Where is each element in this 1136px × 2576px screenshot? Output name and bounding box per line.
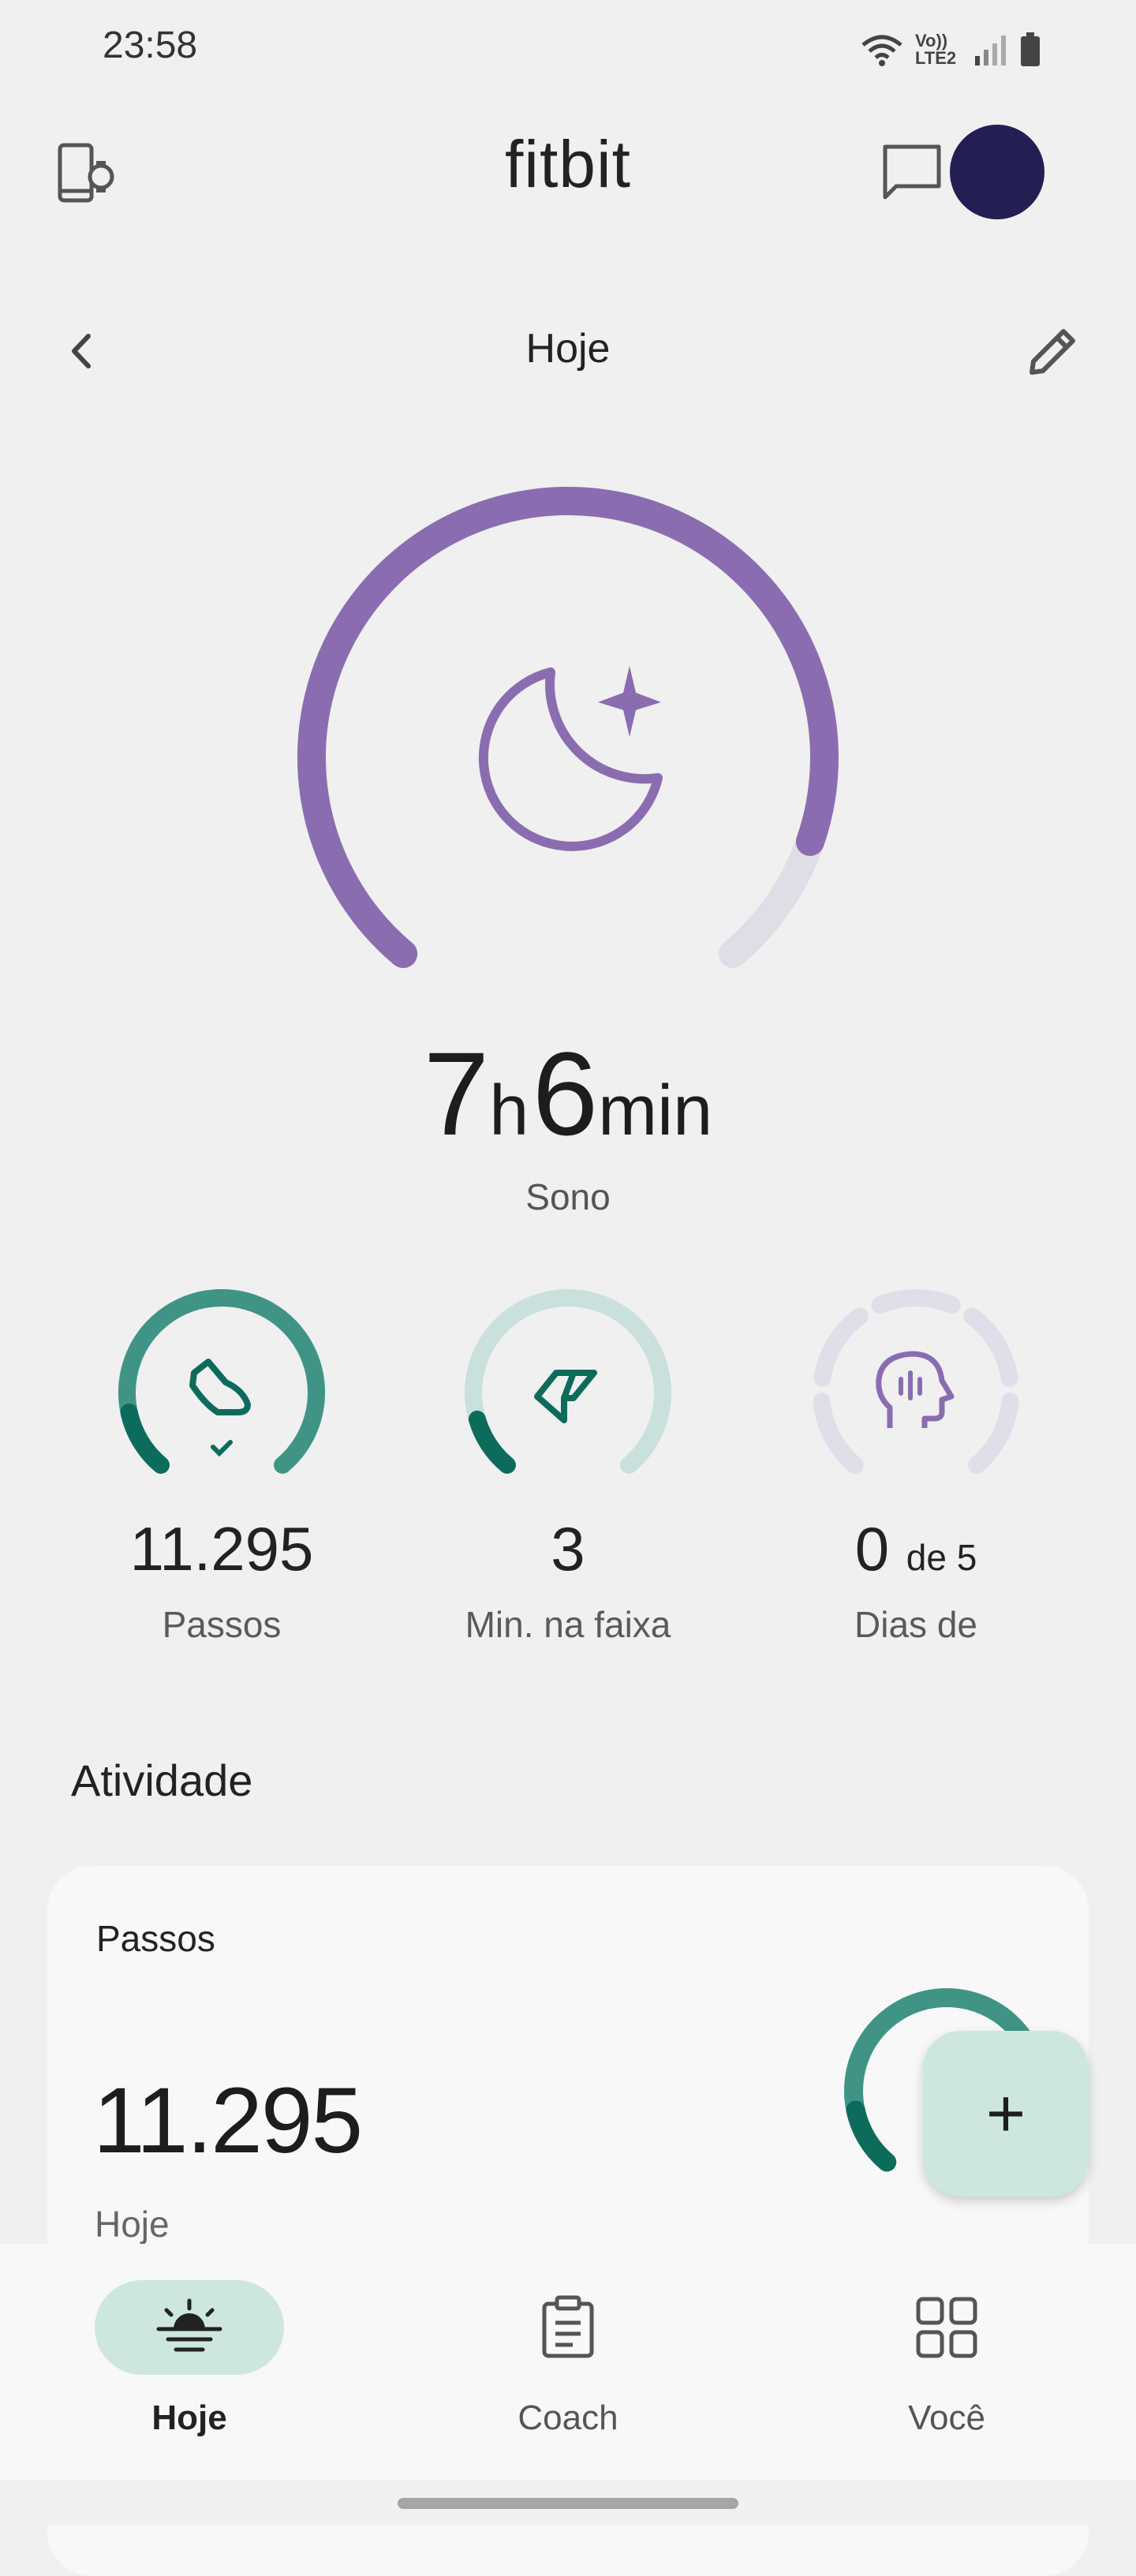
steps-card-value: 11.295 <box>93 2069 363 2173</box>
status-time: 23:58 <box>103 24 198 66</box>
messages-button[interactable] <box>873 134 951 213</box>
mindful-ring-segment <box>871 1289 961 1314</box>
pencil-icon <box>1030 329 1075 375</box>
sleep-ring-fill <box>297 487 839 968</box>
chat-icon <box>883 144 941 200</box>
sleep-label: Sono <box>525 1176 611 1217</box>
grid-icon <box>916 2297 977 2358</box>
nav-label-coach[interactable]: Coach <box>450 2398 686 2438</box>
sleep-hours: 7 <box>423 1027 490 1160</box>
section-title-activity: Atividade <box>71 1755 253 1805</box>
goal-check-icon <box>211 1440 233 1457</box>
sleep-ring[interactable] <box>284 473 852 1010</box>
page-title: Hoje <box>525 326 611 372</box>
mindful-days-ring[interactable] <box>802 1278 1030 1507</box>
avatar[interactable] <box>950 125 1044 219</box>
mindful-ring-segment <box>968 1392 1019 1474</box>
steps-card-subtitle: Hoje <box>95 2204 170 2245</box>
mindful-head-icon <box>876 1351 955 1428</box>
wifi-icon <box>861 35 902 66</box>
edit-button[interactable] <box>1018 316 1089 387</box>
zone-ring-fill <box>468 1410 516 1474</box>
signal-icon <box>975 36 1006 65</box>
status-icons: Vo)) LTE2 <box>860 30 1041 69</box>
sleep-minutes-unit: min <box>598 1071 713 1150</box>
sleep-hours-unit: h <box>489 1071 529 1150</box>
zone-minutes-label: Min. na faixa <box>465 1604 671 1645</box>
mindful-days-value: 0 de 5 <box>778 1513 1054 1585</box>
shoe-icon <box>189 1359 251 1415</box>
steps-label: Passos <box>162 1604 282 1645</box>
steps-ring[interactable] <box>107 1278 336 1507</box>
sunrise-icon <box>156 2298 222 2352</box>
nav-item-voce[interactable] <box>852 2280 1041 2375</box>
nav-label-hoje[interactable]: Hoje <box>71 2398 308 2438</box>
plus-icon: + <box>985 2076 1026 2152</box>
mindful-days-count: 0 <box>854 1514 890 1583</box>
steps-value: 11.295 <box>129 1514 314 1583</box>
nav-item-coach[interactable] <box>473 2280 663 2375</box>
mindful-days-goal: de 5 <box>906 1537 977 1578</box>
steps-card-title: Passos <box>96 1918 215 1959</box>
nav-item-hoje[interactable] <box>95 2280 284 2375</box>
add-entry-button[interactable]: + <box>923 2031 1089 2197</box>
sleep-minutes: 6 <box>532 1027 599 1160</box>
mindful-days-label: Dias de <box>854 1604 977 1645</box>
moon-stars-icon <box>478 666 663 851</box>
network-label: Vo)) LTE2 <box>915 31 957 68</box>
steps-ring-base <box>120 1403 170 1474</box>
home-gesture-bar[interactable] <box>398 2498 738 2509</box>
mindful-ring-segment <box>813 1307 869 1387</box>
steps-card-ring-base <box>846 2100 897 2172</box>
zone-arrow-icon <box>534 1370 597 1423</box>
clipboard-icon <box>542 2295 594 2358</box>
mindful-ring-segments <box>813 1289 1019 1474</box>
sleep-duration: 7h 6min <box>0 1026 1136 1162</box>
nav-label-voce[interactable]: Você <box>828 2398 1065 2438</box>
mindful-ring-segment <box>813 1392 864 1474</box>
zone-minutes-value: 3 <box>551 1514 585 1583</box>
zone-minutes-ring[interactable] <box>454 1278 682 1507</box>
battery-icon <box>1021 32 1040 66</box>
mindful-ring-segment <box>963 1307 1018 1387</box>
